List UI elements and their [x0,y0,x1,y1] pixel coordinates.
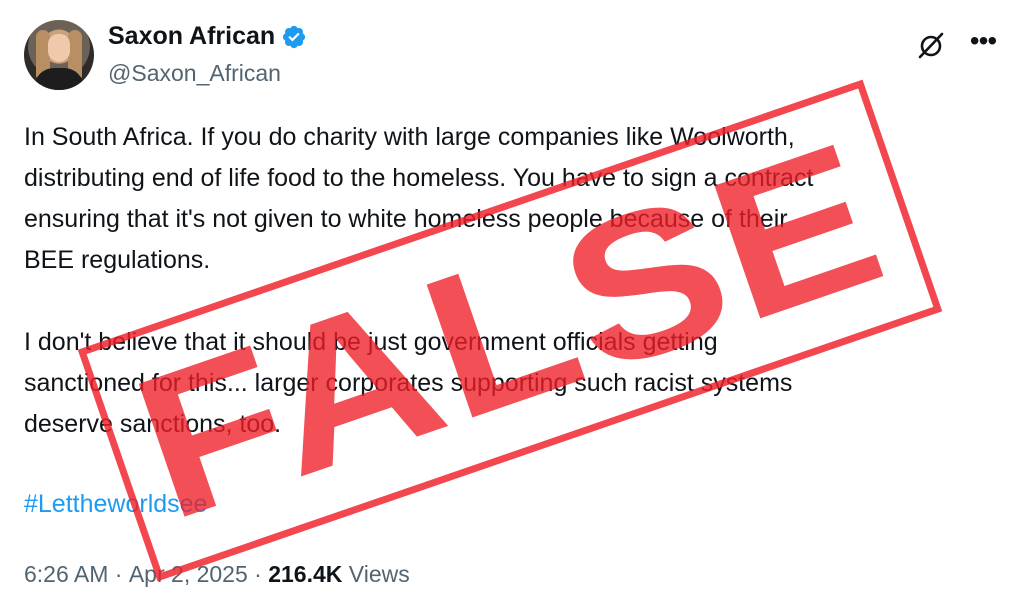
meta-separator: · [108,561,129,587]
verified-badge-icon [283,25,306,48]
tweet-card: Saxon African @Saxon_African ••• In Sout… [0,0,1024,616]
tweet-date[interactable]: Apr 2, 2025 [129,561,248,588]
author-handle[interactable]: @Saxon_African [108,60,281,87]
author-name-row: Saxon African [108,22,307,51]
author-display-name[interactable]: Saxon African [108,22,275,51]
tweet-paragraph-2: I don't believe that it should be just g… [24,328,793,438]
avatar[interactable] [24,20,94,90]
meta-separator: · [247,561,269,587]
tweet-text: In South Africa. If you do charity with … [24,117,994,445]
tweet-meta: 6:26 AM · Apr 2, 2025 · 216.4K Views [24,561,410,588]
hashtag-link[interactable]: #Lettheworldsee [24,490,207,519]
views-label: Views [342,561,410,587]
tweet-time[interactable]: 6:26 AM [24,561,108,588]
more-icon[interactable]: ••• [966,26,1000,60]
views-count[interactable]: 216.4K [268,561,342,588]
tweet-paragraph-1: In South Africa. If you do charity with … [24,123,814,274]
grok-icon[interactable] [916,30,946,60]
